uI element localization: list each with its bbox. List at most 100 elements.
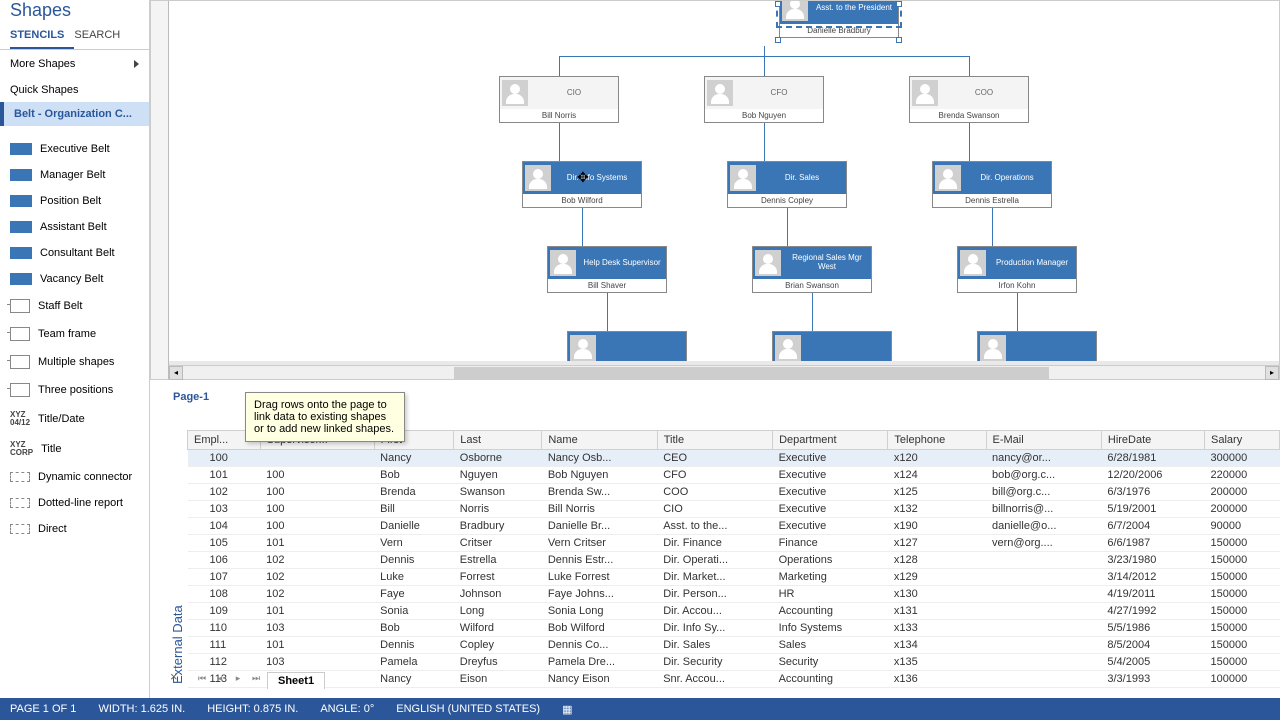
canvas[interactable]: Asst. to the President Danielle Bradbury… <box>169 1 1279 361</box>
tab-stencils[interactable]: STENCILS <box>10 25 74 49</box>
sheet-next-icon[interactable]: ▸ <box>231 673 245 687</box>
shape-label: Three positions <box>38 384 113 396</box>
shape-item-title[interactable]: XYZCORPTitle <box>0 434 149 464</box>
table-row[interactable]: 111101DennisCopleyDennis Co...Dir. Sales… <box>188 637 1280 654</box>
cell: Luke <box>374 569 454 586</box>
shape-item-three-positions[interactable]: Three positions <box>0 376 149 404</box>
cell: COO <box>657 484 772 501</box>
scroll-right-icon[interactable]: ▸ <box>1265 366 1279 380</box>
horizontal-scrollbar[interactable]: ◂ ▸ <box>169 365 1279 379</box>
table-row[interactable]: 108102FayeJohnsonFaye Johns...Dir. Perso… <box>188 586 1280 603</box>
cell: Nancy Osb... <box>542 450 657 467</box>
tab-search[interactable]: SEARCH <box>74 25 130 49</box>
column-header[interactable]: Telephone <box>888 431 986 450</box>
column-header[interactable]: Department <box>773 431 888 450</box>
stencil-selected[interactable]: Belt - Organization C... <box>0 102 149 126</box>
scroll-left-icon[interactable]: ◂ <box>169 366 183 380</box>
shape-item-consultant-belt[interactable]: Consultant Belt <box>0 240 149 266</box>
connector <box>812 293 813 331</box>
connector <box>787 208 788 246</box>
selection-handle[interactable] <box>896 37 902 43</box>
org-prod[interactable]: Production Manager Irfon Kohn <box>957 246 1077 293</box>
column-header[interactable]: Salary <box>1205 431 1280 450</box>
cell: 110 <box>188 620 261 637</box>
cell: vern@org.... <box>986 535 1101 552</box>
org-dir-sales[interactable]: Dir. Sales Dennis Copley <box>727 161 847 208</box>
org-row4-a[interactable] <box>567 331 687 361</box>
column-header[interactable]: Title <box>657 431 772 450</box>
quick-shapes[interactable]: Quick Shapes <box>0 78 149 102</box>
org-dir-info[interactable]: Dir. Info Systems Bob Wilford <box>522 161 642 208</box>
org-cfo[interactable]: CFO Bob Nguyen <box>704 76 824 123</box>
more-shapes[interactable]: More Shapes <box>0 50 149 78</box>
sheet-prev-icon[interactable]: ◂ <box>213 673 227 687</box>
column-header[interactable]: E-Mail <box>986 431 1101 450</box>
table-row[interactable]: 102100BrendaSwansonBrenda Sw...COOExecut… <box>188 484 1280 501</box>
cell: Danielle Br... <box>542 518 657 535</box>
org-cio[interactable]: CIO Bill Norris <box>499 76 619 123</box>
cell: 100 <box>260 518 374 535</box>
shape-item-manager-belt[interactable]: Manager Belt <box>0 162 149 188</box>
sheet-last-icon[interactable]: ⏭ <box>249 673 263 687</box>
scroll-thumb[interactable] <box>454 367 1049 379</box>
org-row4-b[interactable] <box>772 331 892 361</box>
sheet-first-icon[interactable]: ⏮ <box>195 673 209 687</box>
org-dir-info-title: Dir. Info Systems <box>553 174 641 183</box>
shape-label: Executive Belt <box>40 143 110 155</box>
table-row[interactable]: 106102DennisEstrellaDennis Estr...Dir. O… <box>188 552 1280 569</box>
org-row4-c[interactable] <box>977 331 1097 361</box>
shape-item-title-date[interactable]: XYZ04/12Title/Date <box>0 404 149 434</box>
cell: Forrest <box>454 569 542 586</box>
cell <box>260 450 374 467</box>
column-header[interactable]: Name <box>542 431 657 450</box>
data-grid[interactable]: Empl...Supervisor...FirstLastNameTitleDe… <box>187 430 1280 688</box>
table-row[interactable]: 101100BobNguyenBob NguyenCFOExecutivex12… <box>188 467 1280 484</box>
org-helpdesk-name: Bill Shaver <box>548 279 666 292</box>
cell: Nancy <box>374 671 454 688</box>
table-row[interactable]: 110103BobWilfordBob WilfordDir. Info Sy.… <box>188 620 1280 637</box>
shape-item-dotted-line-report[interactable]: Dotted-line report <box>0 490 149 516</box>
shape-label: Direct <box>38 523 67 535</box>
connector <box>607 293 608 331</box>
shape-item-position-belt[interactable]: Position Belt <box>0 188 149 214</box>
column-header[interactable]: HireDate <box>1101 431 1204 450</box>
table-row[interactable]: 109101SoniaLongSonia LongDir. Accou...Ac… <box>188 603 1280 620</box>
table-row[interactable]: 100NancyOsborneNancy Osb...CEOExecutivex… <box>188 450 1280 467</box>
selection-handle[interactable] <box>775 1 781 7</box>
shape-label: Manager Belt <box>40 169 105 181</box>
cell: 102 <box>188 484 261 501</box>
shape-item-assistant-belt[interactable]: Assistant Belt <box>0 214 149 240</box>
shape-item-direct[interactable]: Direct <box>0 516 149 542</box>
table-row[interactable]: 107102LukeForrestLuke ForrestDir. Market… <box>188 569 1280 586</box>
org-asst[interactable]: Asst. to the President Danielle Bradbury <box>779 1 899 38</box>
org-cfo-name: Bob Nguyen <box>705 109 823 122</box>
shape-icon <box>10 273 32 285</box>
shape-item-team-frame[interactable]: Team frame <box>0 320 149 348</box>
table-row[interactable]: 113109NancyEisonNancy EisonSnr. Accou...… <box>188 671 1280 688</box>
shape-item-vacancy-belt[interactable]: Vacancy Belt <box>0 266 149 292</box>
close-pane-icon[interactable]: × <box>170 669 178 684</box>
shape-item-executive-belt[interactable]: Executive Belt <box>0 136 149 162</box>
column-header[interactable]: Last <box>454 431 542 450</box>
shape-item-dynamic-connector[interactable]: Dynamic connector <box>0 464 149 490</box>
cell: x120 <box>888 450 986 467</box>
table-row[interactable]: 105101VernCritserVern CritserDir. Financ… <box>188 535 1280 552</box>
org-coo[interactable]: COO Brenda Swanson <box>909 76 1029 123</box>
selection-handle[interactable] <box>896 1 902 7</box>
org-dir-ops[interactable]: Dir. Operations Dennis Estrella <box>932 161 1052 208</box>
org-helpdesk[interactable]: Help Desk Supervisor Bill Shaver <box>547 246 667 293</box>
table-row[interactable]: 103100BillNorrisBill NorrisCIOExecutivex… <box>188 501 1280 518</box>
org-regional[interactable]: Regional Sales Mgr West Brian Swanson <box>752 246 872 293</box>
table-row[interactable]: 104100DanielleBradburyDanielle Br...Asst… <box>188 518 1280 535</box>
status-lang[interactable]: ENGLISH (UNITED STATES) <box>396 703 540 715</box>
shape-item-multiple-shapes[interactable]: Multiple shapes <box>0 348 149 376</box>
table-row[interactable]: 112103PamelaDreyfusPamela Dre...Dir. Sec… <box>188 654 1280 671</box>
macro-icon[interactable]: ▦ <box>562 703 572 716</box>
sheet-tab[interactable]: Sheet1 <box>267 672 325 689</box>
page-tab-1[interactable]: Page-1 <box>165 387 217 407</box>
shape-label: Multiple shapes <box>38 356 114 368</box>
shape-item-staff-belt[interactable]: Staff Belt <box>0 292 149 320</box>
scroll-track[interactable] <box>183 367 1265 379</box>
external-data-label[interactable]: External Data <box>168 430 187 688</box>
selection-handle[interactable] <box>775 37 781 43</box>
